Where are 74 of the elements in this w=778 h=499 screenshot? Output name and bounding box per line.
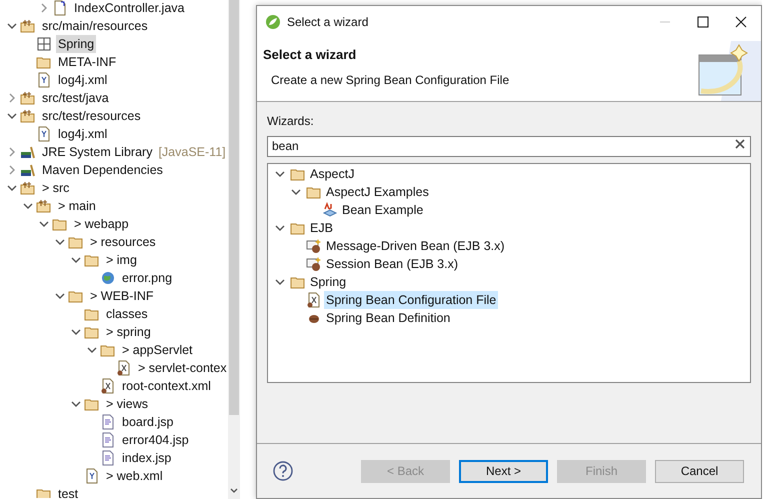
tree-item[interactable]: src/test/java	[40, 88, 111, 108]
tree-item[interactable]: log4j.xml	[56, 124, 110, 144]
package-folder-icon	[20, 108, 36, 124]
tree-item[interactable]: classes	[104, 304, 150, 324]
tree-item[interactable]: test	[56, 484, 80, 498]
tree-item[interactable]: index.jsp	[120, 448, 174, 468]
tree-item[interactable]: > src	[40, 178, 72, 198]
tree-item[interactable]: IndexController.java	[72, 0, 186, 18]
ejb-bean-icon	[306, 256, 322, 272]
leaf-icon	[265, 14, 281, 30]
tree-item[interactable]: error404.jsp	[120, 430, 191, 450]
library-icon	[20, 144, 36, 160]
tree-item[interactable]: > resources	[88, 232, 158, 252]
package-folder-icon	[20, 180, 36, 196]
tree-item[interactable]: src/test/resources	[40, 106, 143, 126]
tree-item[interactable]: > webapp	[72, 214, 131, 234]
spring-file-icon	[100, 378, 116, 394]
package-folder-icon	[36, 198, 52, 214]
package-folder-icon	[20, 90, 36, 106]
help-icon[interactable]	[273, 461, 293, 481]
dialog-button[interactable]: Next >	[459, 460, 548, 482]
page-heading: Select a wizard	[263, 46, 358, 64]
close-icon[interactable]	[735, 16, 747, 28]
scroll-down-icon[interactable]	[229, 487, 239, 495]
ejb-bean-icon	[306, 238, 322, 254]
tree-item[interactable]: JRE System Library	[40, 142, 154, 162]
scrollbar-thumb[interactable]	[229, 0, 239, 415]
wizard-item[interactable]: Spring Bean Definition	[324, 308, 452, 328]
xml-file-icon	[36, 126, 52, 142]
jsp-file-icon	[100, 450, 116, 466]
tree-item[interactable]: > main	[56, 196, 98, 216]
tree-item[interactable]: > img	[104, 250, 139, 270]
scrollbar[interactable]	[228, 0, 240, 499]
xml-file-icon	[84, 468, 100, 484]
library-icon	[20, 162, 36, 178]
wizard-item[interactable]: Spring	[308, 272, 348, 292]
maximize-icon[interactable]	[697, 16, 709, 28]
jsp-file-icon	[100, 414, 116, 430]
dialog-button[interactable]: Cancel	[655, 460, 744, 482]
tree-item[interactable]: src/main/resources	[40, 16, 150, 36]
wizards-label: Wizards:	[267, 113, 315, 130]
tree-item[interactable]: META-INF	[56, 52, 118, 72]
jsp-file-icon	[100, 432, 116, 448]
tree-item[interactable]: error.png	[120, 268, 174, 288]
wizard-item[interactable]: EJB	[308, 218, 335, 238]
tree-item[interactable]: log4j.xml	[56, 70, 110, 90]
wizard-item[interactable]: AspectJ Examples	[324, 182, 431, 202]
tree-item[interactable]: board.jsp	[120, 412, 176, 432]
tree-item[interactable]: > WEB-INF	[88, 286, 156, 306]
tree-item[interactable]: > servlet-contex	[136, 358, 228, 378]
wizard-item[interactable]: Message-Driven Bean (EJB 3.x)	[324, 236, 507, 256]
tree-item[interactable]: > spring	[104, 322, 153, 342]
spring-file-icon	[306, 292, 322, 308]
aspectj-icon	[322, 202, 338, 218]
tree-item[interactable]: > appServlet	[120, 340, 195, 360]
wizard-item[interactable]: Bean Example	[340, 200, 426, 220]
tree-item[interactable]: > views	[104, 394, 150, 414]
filter-field[interactable]: bean	[267, 136, 751, 156]
wizard-item[interactable]: Session Bean (EJB 3.x)	[324, 254, 460, 274]
tree-item[interactable]: Maven Dependencies	[40, 160, 165, 180]
wizard-item[interactable]: AspectJ	[308, 164, 356, 184]
globe-icon	[100, 270, 116, 286]
wizard-item[interactable]: Spring Bean Configuration File	[324, 290, 498, 310]
tree-item[interactable]: Spring	[56, 34, 96, 54]
tree-item[interactable]: > web.xml	[104, 466, 165, 486]
clear-icon[interactable]	[735, 139, 745, 149]
package-folder-icon	[20, 18, 36, 34]
grid-icon	[36, 36, 52, 52]
page-description: Create a new Spring Bean Configuration File	[271, 72, 510, 88]
spring-file-icon	[116, 360, 132, 376]
window-title: Select a wizard	[287, 14, 368, 30]
tree-item-decoration: [JavaSE-11]	[158, 144, 226, 161]
tree-item[interactable]: root-context.xml	[120, 376, 213, 396]
xml-file-icon	[36, 72, 52, 88]
